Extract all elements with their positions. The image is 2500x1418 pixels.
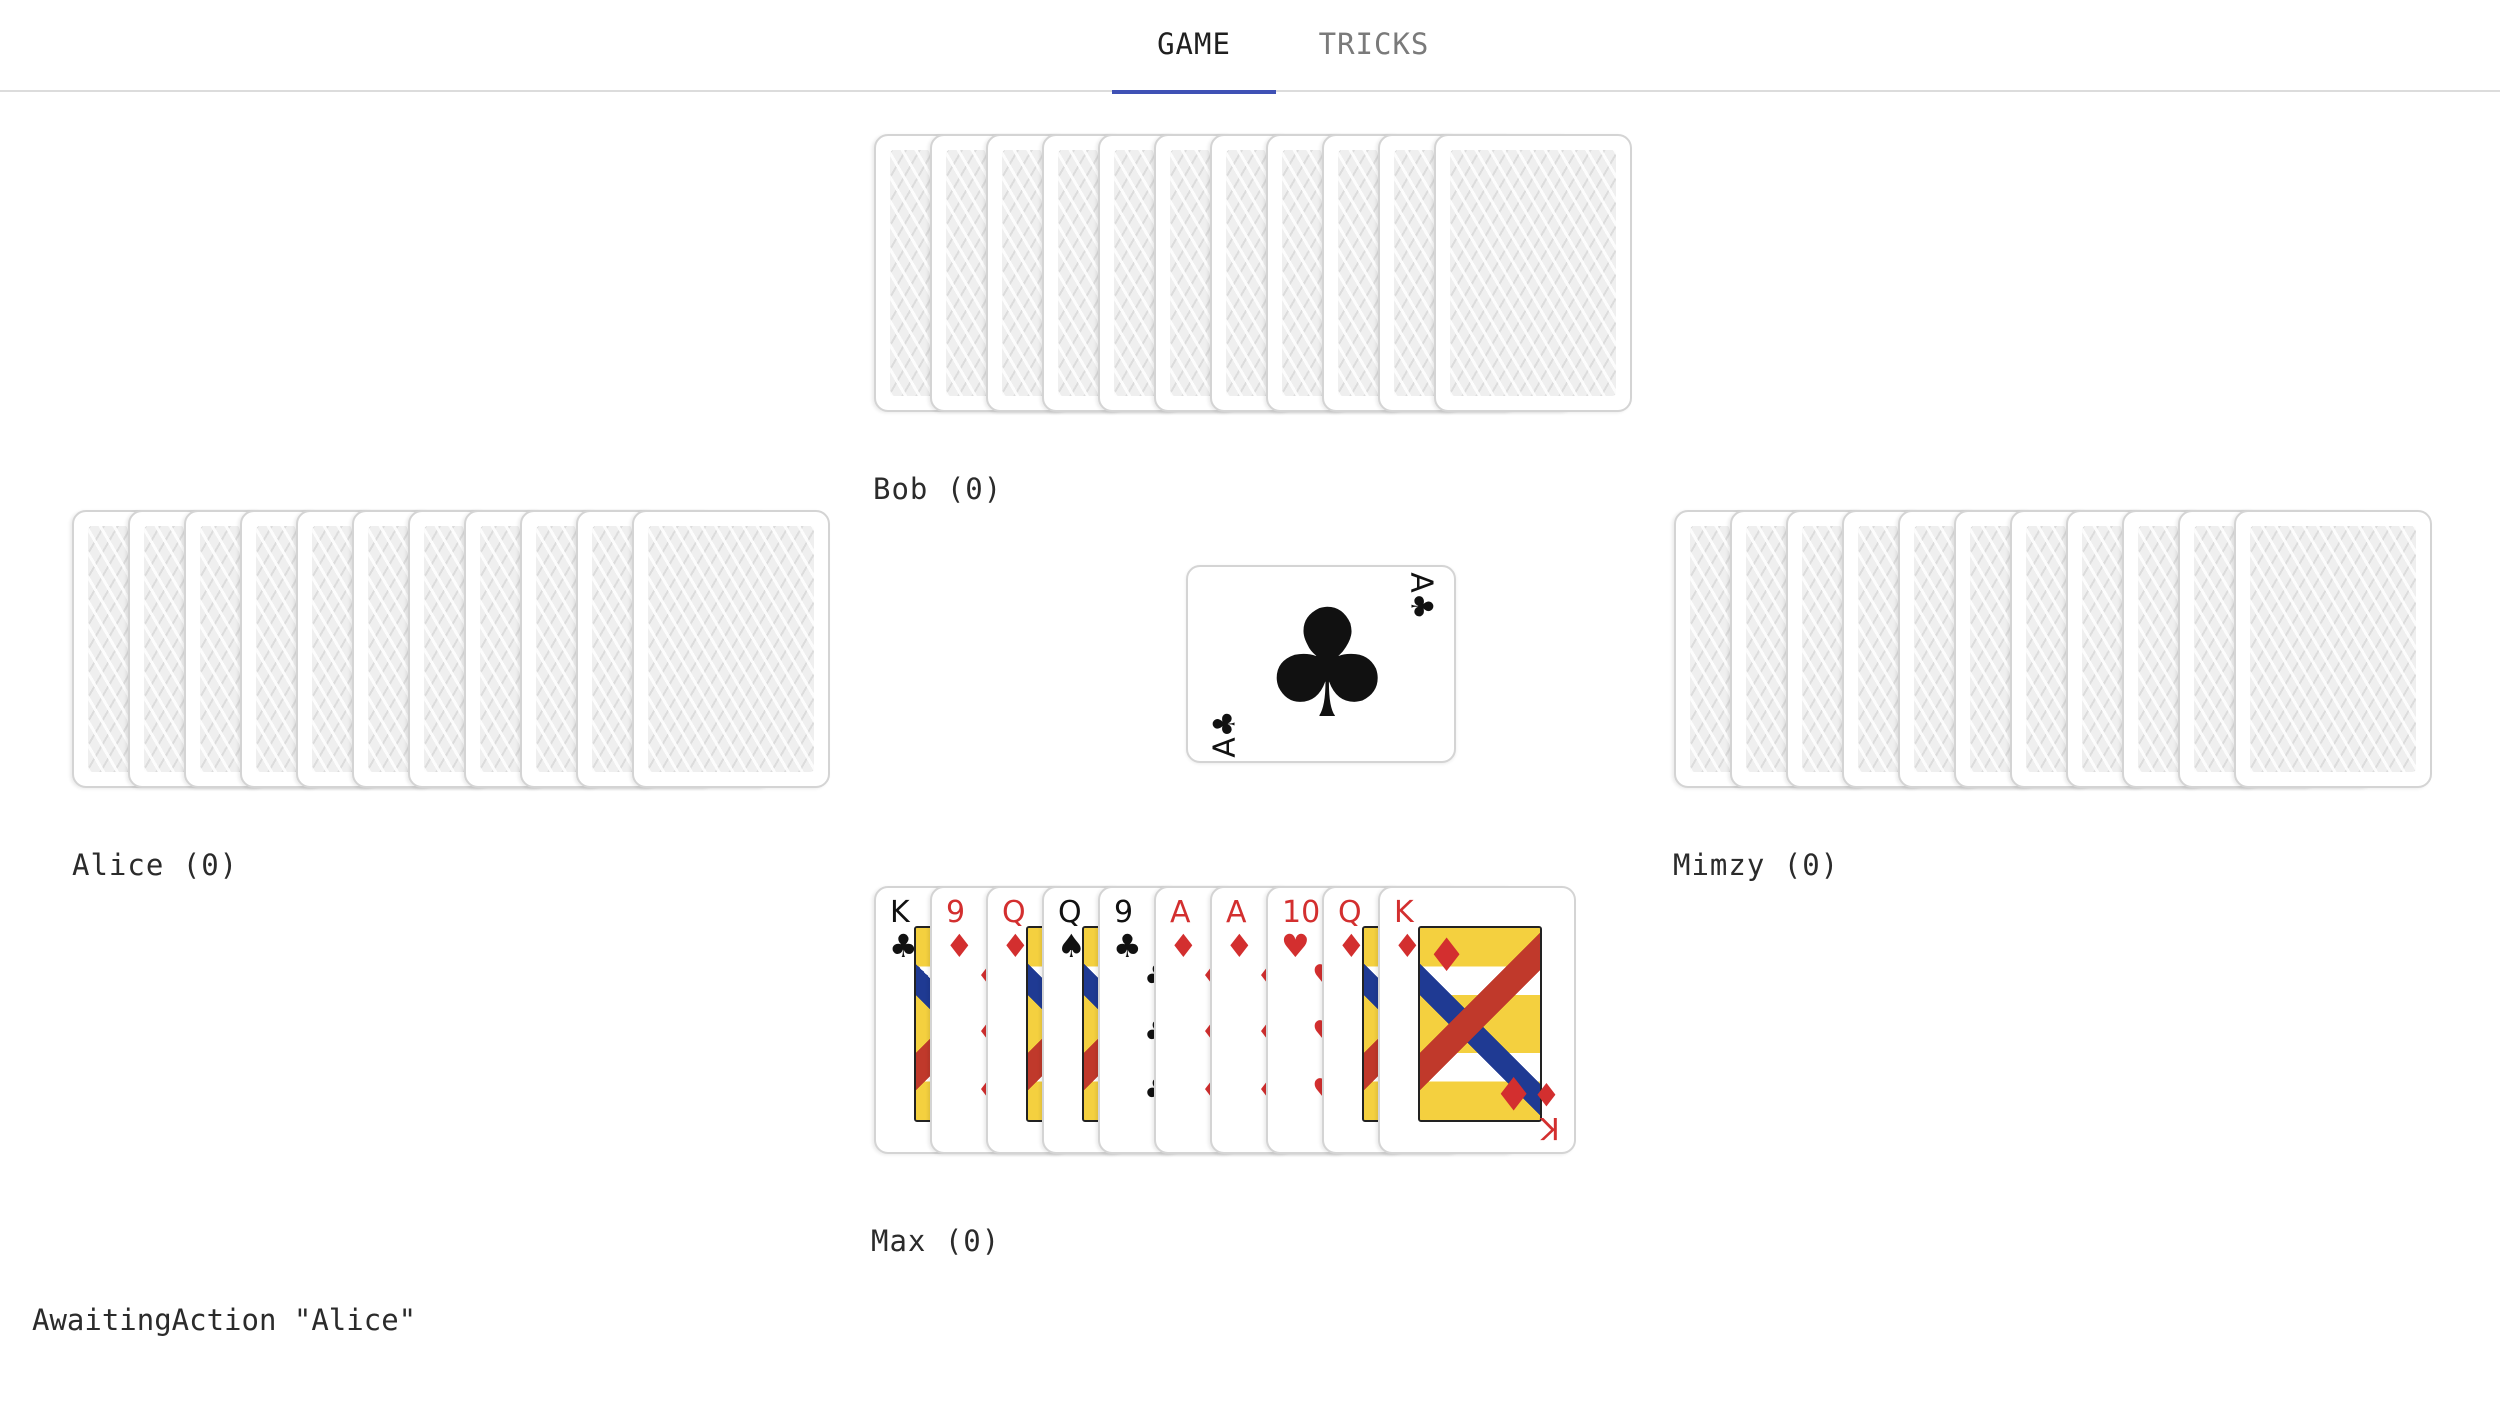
- east-player-hand: [1674, 510, 2434, 790]
- card-rank: 9: [1114, 895, 1134, 930]
- card-rank: Q: [1002, 895, 1026, 930]
- card-rank: Q: [1338, 895, 1362, 930]
- trick-card-rank-top: A: [1403, 572, 1439, 593]
- west-player-hand: [72, 510, 832, 790]
- trick-card-rank-bottom: A: [1207, 737, 1243, 758]
- card-rank: Q: [1058, 895, 1082, 930]
- card-rank: A: [1170, 895, 1191, 930]
- tab-tricks[interactable]: TRICKS: [1292, 0, 1456, 92]
- hand-card-k-diamond[interactable]: ♦ ♦ K ♦ K ♦: [1378, 886, 1576, 1154]
- diamond-suit-icon: ♦: [1393, 927, 1422, 965]
- spade-suit-icon: ♠: [1057, 927, 1086, 965]
- club-suit-icon: ♣: [1207, 710, 1243, 738]
- north-player-hand: [874, 134, 1634, 414]
- north-player-label: Bob (0): [873, 472, 1003, 506]
- west-card-back: [632, 510, 830, 788]
- club-suit-icon: ♣: [889, 927, 918, 965]
- diamond-suit-icon: ♦: [1169, 927, 1198, 965]
- diamond-suit-icon: ♦: [945, 927, 974, 965]
- active-tab-indicator: [1112, 90, 1276, 94]
- card-rank-bottom: K: [1540, 1110, 1560, 1145]
- heart-suit-icon: ♥: [1281, 927, 1310, 965]
- club-suit-icon: ♣: [1403, 592, 1439, 620]
- trick-card-ace-of-clubs: ♣ A♣ A♣: [1186, 565, 1456, 763]
- card-back-pattern: [648, 526, 814, 772]
- diamond-suit-icon: ♦: [1426, 928, 1468, 982]
- south-player-label: Max (0): [871, 1224, 1001, 1258]
- diamond-suit-icon: ♦: [1225, 927, 1254, 965]
- card-rank: 9: [946, 895, 966, 930]
- trick-card-corner-bottom: A♣: [1207, 710, 1243, 758]
- card-back-pattern: [1450, 150, 1616, 396]
- game-status: AwaitingAction "Alice": [32, 1303, 417, 1337]
- tab-game-label: GAME: [1157, 27, 1231, 61]
- east-card-back: [2234, 510, 2432, 788]
- west-player-label: Alice (0): [72, 848, 239, 882]
- trick-card-corner-top: A♣: [1403, 572, 1439, 620]
- east-player-label: Mimzy (0): [1673, 848, 1840, 882]
- north-card-back: [1434, 134, 1632, 412]
- diamond-suit-icon: ♦: [1001, 927, 1030, 965]
- tab-tricks-label: TRICKS: [1318, 27, 1430, 61]
- diamond-suit-icon: ♦: [1337, 927, 1366, 965]
- tab-game[interactable]: GAME: [1112, 0, 1276, 94]
- diamond-suit-icon: ♦: [1492, 1066, 1534, 1120]
- diamond-suit-icon: ♦: [1532, 1075, 1561, 1113]
- card-rank: K: [890, 895, 910, 930]
- club-suit-icon: ♣: [1260, 578, 1395, 752]
- card-back-pattern: [2250, 526, 2416, 772]
- club-suit-icon: ♣: [1113, 927, 1142, 965]
- tab-bar: GAME TRICKS: [0, 0, 2500, 94]
- court-card-art: ♦ ♦: [1418, 926, 1542, 1122]
- card-rank: K: [1394, 895, 1414, 930]
- card-rank: A: [1226, 895, 1247, 930]
- card-rank: 10: [1282, 895, 1321, 930]
- south-player-hand: K♣♦♦♦9♦Q♦Q♠♣♣♣9♣♦♦♦A♦♦♦♦A♦♥♥♥10♥Q♦♦♦K♦K♦: [874, 886, 1594, 1156]
